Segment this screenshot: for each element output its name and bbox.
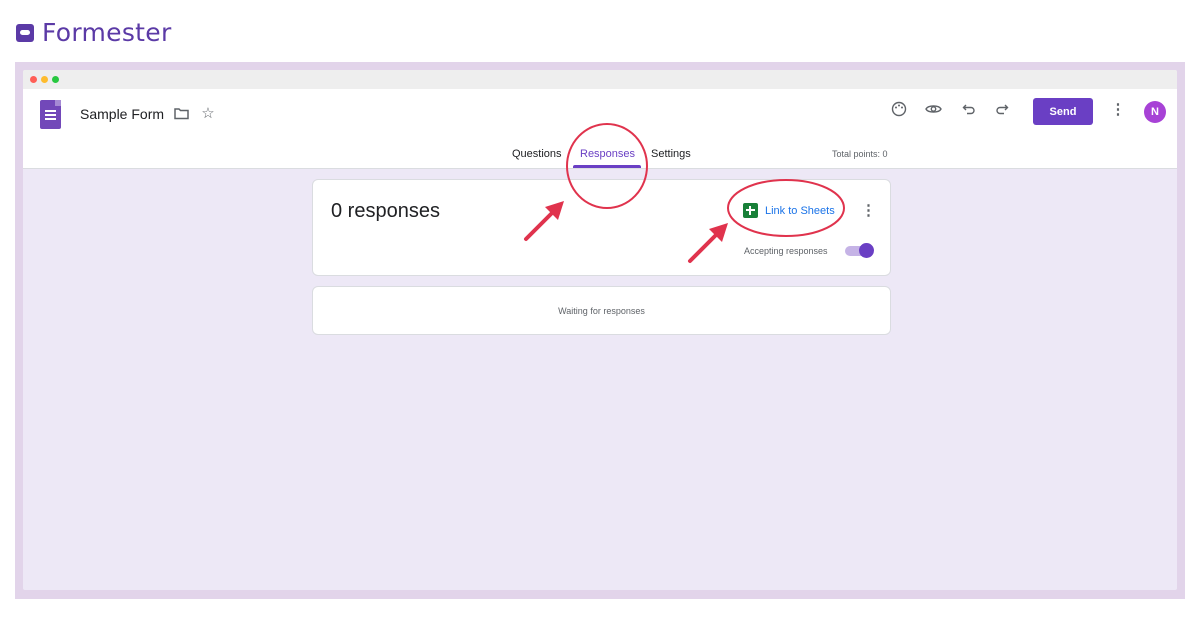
formester-logo-icon xyxy=(16,23,34,42)
brand-name: Formester xyxy=(42,18,172,47)
browser-window: Sample Form ☆ Send ⋮ N Questions Respons… xyxy=(23,70,1177,590)
form-title[interactable]: Sample Form xyxy=(80,106,164,122)
forms-doc-icon[interactable] xyxy=(40,100,61,129)
star-icon[interactable]: ☆ xyxy=(199,106,217,122)
more-vert-icon[interactable]: ⋮ xyxy=(1109,102,1127,118)
waiting-card: Waiting for responses xyxy=(312,286,891,335)
tab-responses[interactable]: Responses xyxy=(580,148,635,160)
screenshot-frame: Sample Form ☆ Send ⋮ N Questions Respons… xyxy=(15,62,1185,599)
maximize-window-dot[interactable] xyxy=(52,76,59,83)
close-window-dot[interactable] xyxy=(30,76,37,83)
brand: Formester xyxy=(16,18,172,47)
send-button[interactable]: Send xyxy=(1033,98,1093,125)
total-points: Total points: 0 xyxy=(832,149,888,159)
link-to-sheets-button[interactable]: Link to Sheets xyxy=(743,203,835,218)
undo-icon[interactable] xyxy=(960,102,978,120)
palette-icon[interactable] xyxy=(890,101,908,121)
minimize-window-dot[interactable] xyxy=(41,76,48,83)
tab-settings[interactable]: Settings xyxy=(651,148,691,160)
waiting-message: Waiting for responses xyxy=(558,306,645,316)
responses-more-icon[interactable]: ⋮ xyxy=(861,201,876,219)
active-tab-indicator xyxy=(573,165,641,168)
folder-icon[interactable] xyxy=(172,107,190,124)
accepting-responses-label: Accepting responses xyxy=(744,246,828,256)
responses-summary-card: 0 responses Link to Sheets ⋮ Accepting r… xyxy=(312,179,891,276)
avatar[interactable]: N xyxy=(1144,101,1166,123)
preview-eye-icon[interactable] xyxy=(924,101,942,121)
redo-icon[interactable] xyxy=(993,102,1011,120)
accepting-responses-toggle[interactable] xyxy=(845,243,874,258)
forms-header: Sample Form ☆ Send ⋮ N Questions Respons… xyxy=(23,89,1177,169)
window-titlebar xyxy=(23,70,1177,89)
sheets-icon xyxy=(743,203,758,218)
link-to-sheets-label: Link to Sheets xyxy=(765,204,835,217)
response-count: 0 responses xyxy=(331,200,440,222)
tab-questions[interactable]: Questions xyxy=(512,148,562,160)
